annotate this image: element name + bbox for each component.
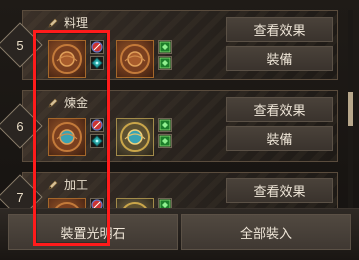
crystal-slot-bronze[interactable]: [116, 40, 154, 78]
install-all-button[interactable]: 全部裝入: [181, 214, 351, 250]
row-number-6: 6: [16, 118, 24, 134]
equip-button[interactable]: 裝備: [226, 126, 333, 151]
highlight-box: [33, 30, 110, 246]
view-effect-button[interactable]: 查看效果: [226, 17, 333, 42]
equip-button[interactable]: 裝備: [226, 46, 333, 71]
mini-stone-green[interactable]: [158, 134, 172, 148]
mini-stone-green[interactable]: [158, 40, 172, 54]
view-effect-button[interactable]: 查看效果: [226, 97, 333, 122]
crystal-slot-gold[interactable]: [116, 118, 154, 156]
mini-stone-green[interactable]: [158, 56, 172, 70]
mini-stone-green[interactable]: [158, 118, 172, 132]
pencil-icon: [48, 18, 58, 28]
view-effect-button[interactable]: 查看效果: [226, 178, 333, 203]
scrollbar-thumb[interactable]: [348, 92, 353, 126]
row-category-5: 料理: [48, 14, 88, 31]
crystal-equip-panel: 5 料理 查看效果 裝備 6 煉金 查看效果 裝備 7 加工 查看效果 裝置光明…: [0, 0, 359, 260]
category-label: 料理: [64, 16, 89, 30]
row-number-5: 5: [16, 37, 24, 53]
